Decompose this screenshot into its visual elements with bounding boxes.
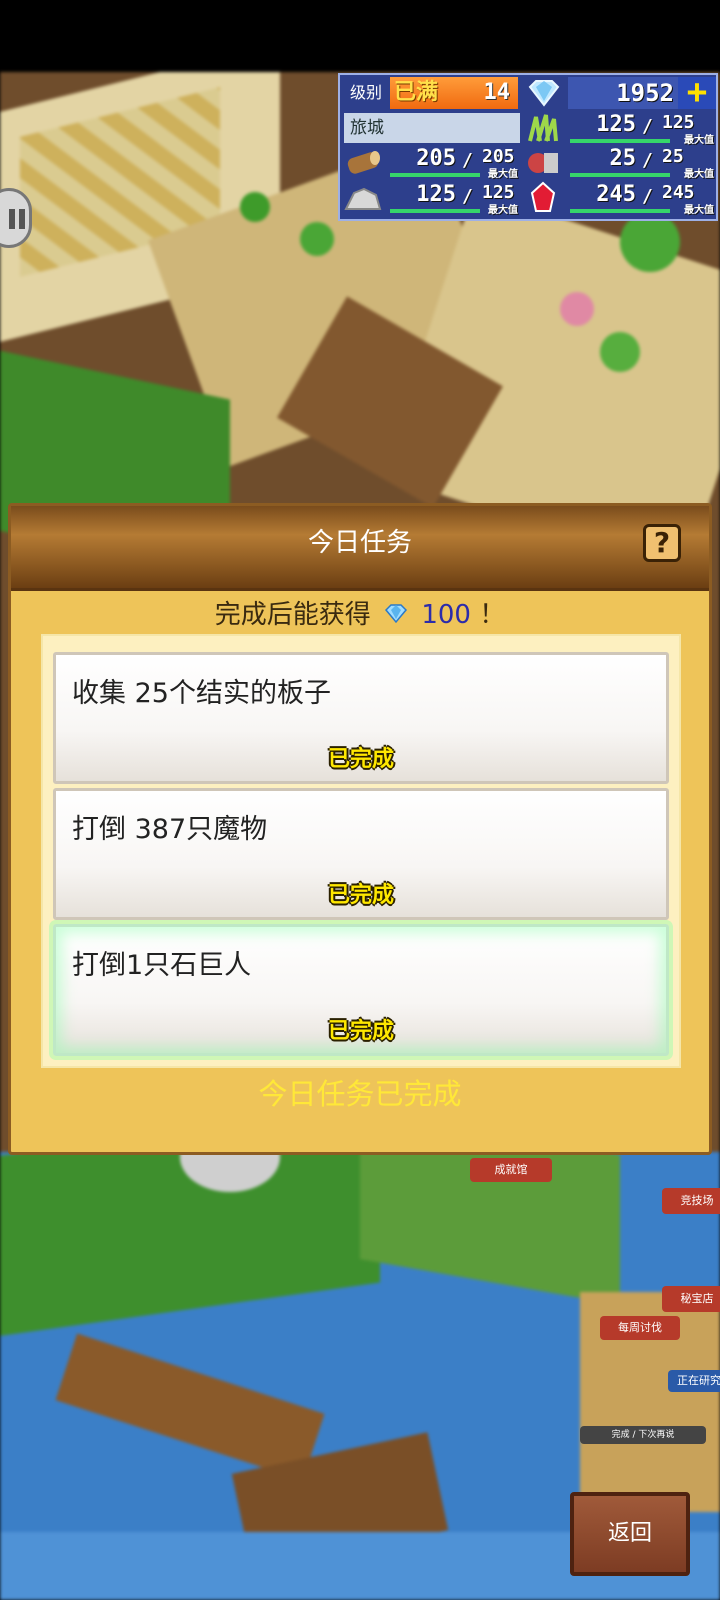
add-gems-button[interactable]: + [678,75,716,109]
arena-label[interactable]: 竞技场 [662,1188,720,1214]
task-description: 打倒1只石巨人 [72,950,252,981]
pause-button[interactable] [0,188,32,248]
ore-value: 125/125 最大值 [388,181,520,216]
reward-prefix: 完成后能获得 [214,600,371,630]
crystal-icon [522,181,564,215]
diamond-icon [383,595,409,637]
help-button[interactable]: ? [643,524,681,562]
level-max-text: 已满 [394,80,439,105]
weekly-hunt-label[interactable]: 每周讨伐 [600,1316,680,1340]
wood-value: 205/205 最大值 [388,145,520,180]
dialog-header: 今日任务 ? [11,506,709,591]
status-bar [0,0,720,72]
ore-bar [390,209,480,213]
town-name: 旅城 [344,113,520,143]
achievement-hall-label[interactable]: 成就馆 [470,1158,552,1182]
task-status: 已完成 [327,1019,394,1044]
task-item[interactable]: 打倒 387只魔物 已完成 [53,788,669,920]
task-description: 打倒 387只魔物 [72,814,268,845]
gem-count: 1952 [568,77,678,109]
task-list: 收集 25个结实的板子 已完成 打倒 387只魔物 已完成 打倒1只石巨人 已完… [41,634,681,1068]
food-icon [522,145,564,179]
return-button[interactable]: 返回 [570,1492,690,1576]
reward-suffix: ！ [479,600,506,630]
wood-icon [342,145,384,179]
food-bar [570,173,670,177]
treasure-shop-label[interactable]: 秘宝店 [662,1286,720,1312]
grass-value: 125/125 最大值 [568,111,716,146]
crystal-value: 245/245 最大值 [568,181,716,216]
researching-label[interactable]: 正在研究 [668,1370,720,1392]
level-label: 级别 [342,77,390,109]
task-description: 收集 25个结实的板子 [72,678,331,709]
task-item[interactable]: 打倒1只石巨人 已完成 [53,924,669,1056]
grass-bar [570,139,670,143]
grass-icon [522,111,564,145]
daily-quest-dialog: 今日任务 ? 完成后能获得 100 ！ 收集 25个结实的板子 已完成 打倒 3… [8,503,712,1155]
task-status: 已完成 [327,747,394,772]
gem-icon [522,77,566,109]
food-value: 25/25 最大值 [568,145,716,180]
task-status: 已完成 [327,883,394,908]
reward-amount: 100 [421,600,471,630]
reward-line: 完成后能获得 100 ！ [11,594,709,637]
dialog-title: 今日任务 [307,528,412,558]
ore-icon [342,181,384,215]
all-tasks-completed: 今日任务已完成 [258,1077,462,1111]
finish-later-label[interactable]: 完成 / 下次再说 [580,1426,706,1444]
crystal-bar [570,209,670,213]
task-item[interactable]: 收集 25个结实的板子 已完成 [53,652,669,784]
wood-bar [390,173,480,177]
level-display: 已满 14 [390,77,518,109]
resource-hud: 级别 已满 14 1952 + 旅城 125/125 最大值 205/205 最… [338,73,718,221]
level-value: 14 [483,80,511,105]
